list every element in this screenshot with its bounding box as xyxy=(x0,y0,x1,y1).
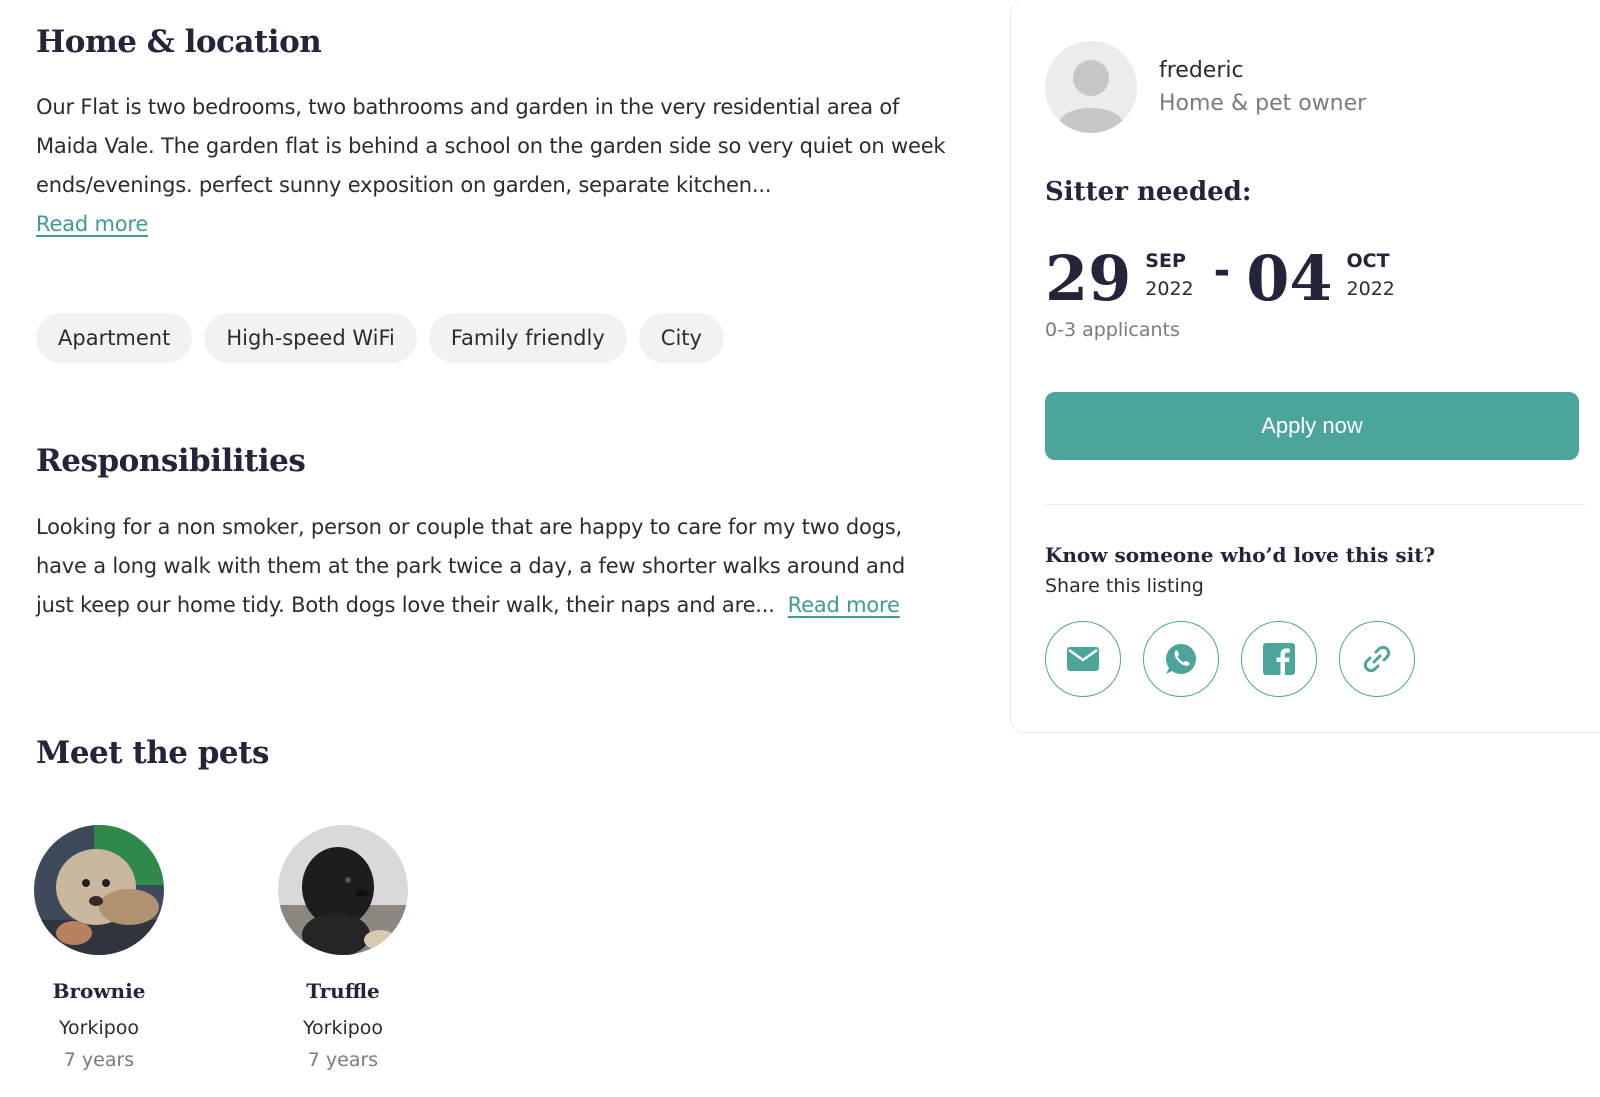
home-description: Our Flat is two bedrooms, two bathrooms … xyxy=(36,88,966,244)
share-facebook-button[interactable] xyxy=(1241,621,1317,697)
home-read-more-link[interactable]: Read more xyxy=(36,212,148,236)
share-whatsapp-button[interactable] xyxy=(1143,621,1219,697)
pet-age: 7 years xyxy=(63,1049,135,1071)
pets-title: Meet the pets xyxy=(36,735,269,771)
mail-icon xyxy=(1067,647,1099,671)
pet-breed: Yorkipoo xyxy=(58,1017,140,1039)
share-link-button[interactable] xyxy=(1339,621,1415,697)
whatsapp-icon xyxy=(1166,644,1196,674)
link-icon xyxy=(1363,645,1391,673)
end-month: OCT xyxy=(1346,250,1390,272)
share-title: Know someone who’d love this sit? xyxy=(1045,543,1436,567)
pets-list: Brownie Yorkipoo 7 years Truffle Yorkipo… xyxy=(34,825,408,1071)
applicants-count: 0-3 applicants xyxy=(1045,319,1180,341)
chip-wifi: High-speed WiFi xyxy=(204,313,417,363)
chip-family-friendly: Family friendly xyxy=(428,313,627,363)
pet-photo-brownie xyxy=(34,825,164,955)
share-buttons xyxy=(1045,621,1415,697)
chip-city: City xyxy=(638,313,724,363)
start-month: SEP xyxy=(1145,250,1186,272)
pet-card-brownie[interactable]: Brownie Yorkipoo 7 years xyxy=(34,825,164,1071)
apply-now-button[interactable]: Apply now xyxy=(1045,392,1579,460)
responsibilities-read-more-link[interactable]: Read more xyxy=(788,593,900,617)
owner-name: frederic xyxy=(1159,58,1244,83)
pet-name: Brownie xyxy=(52,979,146,1003)
date-separator: - xyxy=(1213,248,1231,294)
owner-role: Home & pet owner xyxy=(1159,91,1367,116)
pet-age: 7 years xyxy=(307,1049,379,1071)
avatar xyxy=(1045,41,1137,133)
start-year: 2022 xyxy=(1145,278,1194,300)
amenity-chips: Apartment High-speed WiFi Family friendl… xyxy=(36,313,724,363)
share-email-button[interactable] xyxy=(1045,621,1121,697)
chip-apartment: Apartment xyxy=(36,313,193,363)
booking-sidebar: frederic Home & pet owner Sitter needed:… xyxy=(1010,0,1600,733)
sitter-needed-title: Sitter needed: xyxy=(1045,177,1252,207)
responsibilities-title: Responsibilities xyxy=(36,443,306,479)
start-day: 29 xyxy=(1045,242,1132,315)
share-subtitle: Share this listing xyxy=(1045,575,1204,597)
home-location-title: Home & location xyxy=(36,24,322,60)
responsibilities-text: Looking for a non smoker, person or coup… xyxy=(36,515,905,617)
pet-breed: Yorkipoo xyxy=(302,1017,384,1039)
pet-photo-truffle xyxy=(278,825,408,955)
home-description-text: Our Flat is two bedrooms, two bathrooms … xyxy=(36,95,946,197)
facebook-icon xyxy=(1263,643,1295,675)
responsibilities-description: Looking for a non smoker, person or coup… xyxy=(36,508,936,625)
pet-card-truffle[interactable]: Truffle Yorkipoo 7 years xyxy=(278,825,408,1071)
divider xyxy=(1045,504,1585,505)
pet-name: Truffle xyxy=(306,979,380,1003)
end-day: 04 xyxy=(1246,242,1333,315)
sit-dates: 29 SEP 2022 - 04 OCT 2022 xyxy=(1045,244,1395,314)
owner-info[interactable]: frederic Home & pet owner xyxy=(1045,41,1366,133)
end-year: 2022 xyxy=(1346,278,1395,300)
